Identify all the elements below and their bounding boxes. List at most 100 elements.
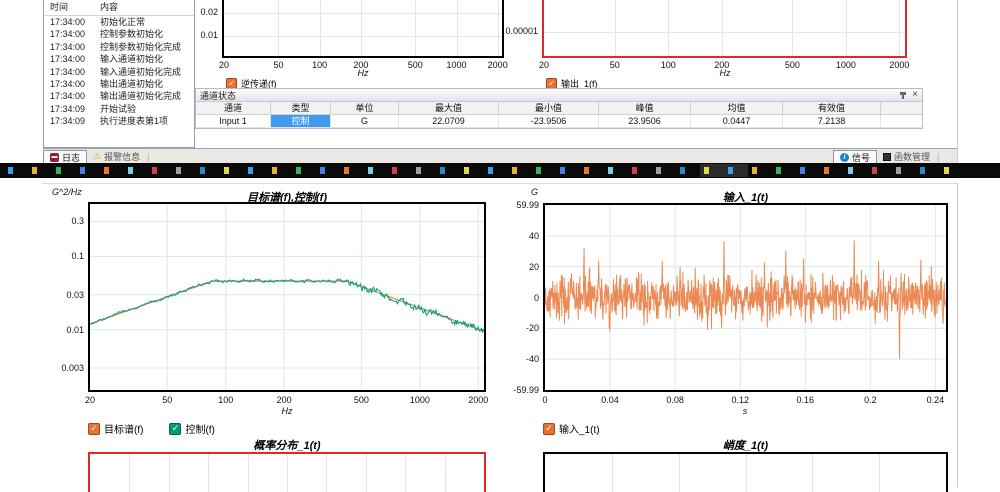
legend-checkbox[interactable]: ✓ xyxy=(169,423,181,435)
legend-item[interactable]: ✓控制(f) xyxy=(169,421,214,436)
x-tick-label: 50 xyxy=(595,60,635,70)
taskbar-app-icon[interactable] xyxy=(344,167,349,174)
taskbar-app-icon[interactable] xyxy=(848,167,853,174)
legend-checkbox[interactable]: ✓ xyxy=(543,423,555,435)
column-header[interactable]: 峰值 xyxy=(599,102,691,115)
x-tick-label: 0.2 xyxy=(850,395,890,405)
tab-alarm-info[interactable]: ⚠ 报警信息 xyxy=(87,150,146,163)
taskbar-app-icon[interactable] xyxy=(488,167,493,174)
taskbar-app-icon[interactable] xyxy=(416,167,421,174)
taskbar-app-icon[interactable] xyxy=(104,167,109,174)
gridline-vertical xyxy=(169,454,170,492)
taskbar-app-icon[interactable] xyxy=(944,167,949,174)
probability-plot-area[interactable] xyxy=(88,452,486,492)
log-entry-text: 控制参数初始化完成 xyxy=(100,41,181,53)
taskbar-app-icon[interactable] xyxy=(536,167,541,174)
output-spectrum-plot[interactable] xyxy=(542,0,907,58)
gridline-vertical xyxy=(445,454,446,492)
table-cell: 0.0447 xyxy=(691,115,783,128)
table-row[interactable]: Input 1控制G22.0709-23.950623.95060.04477.… xyxy=(196,115,922,128)
legend-checkbox[interactable]: ✓ xyxy=(88,423,100,435)
taskbar-app-icon[interactable] xyxy=(296,167,301,174)
taskbar-app-icon[interactable] xyxy=(680,167,685,174)
legend-item[interactable]: ✓目标谱(f) xyxy=(88,421,143,436)
taskbar-app-icon[interactable] xyxy=(440,167,445,174)
gridline-horizontal xyxy=(224,36,502,37)
y-tick-label: 20 xyxy=(499,262,539,272)
log-entry-text: 输出通道初始化 xyxy=(100,78,163,90)
taskbar-app-icon[interactable] xyxy=(776,167,781,174)
taskbar-app-icon[interactable] xyxy=(896,167,901,174)
taskbar-app-icon[interactable] xyxy=(272,167,277,174)
taskbar-app-icon[interactable] xyxy=(176,167,181,174)
taskbar-app-icon[interactable] xyxy=(464,167,469,174)
psd-y-axis-unit: G^2/Hz xyxy=(52,187,82,197)
taskbar-app-icon[interactable] xyxy=(8,167,13,174)
taskbar-app-icon[interactable] xyxy=(224,167,229,174)
taskbar-app-icon[interactable] xyxy=(56,167,61,174)
log-entry: 17:34:00控制参数初始化完成 xyxy=(44,41,194,53)
tab-log[interactable]: ▬ 日志 xyxy=(43,150,87,163)
channel-status-titlebar: 通道状态 × xyxy=(196,89,922,102)
taskbar-app-icon[interactable] xyxy=(128,167,133,174)
taskbar-app-icon[interactable] xyxy=(584,167,589,174)
gridline-vertical xyxy=(679,454,680,492)
taskbar-app-icon[interactable] xyxy=(920,167,925,174)
psd-plot-area[interactable] xyxy=(88,202,486,392)
log-entry-text: 输入通道初始化完成 xyxy=(100,66,181,78)
x-tick-label: 100 xyxy=(206,395,246,405)
log-col-content: 内容 xyxy=(100,0,118,15)
gridline-horizontal xyxy=(544,32,905,33)
taskbar-app-icon[interactable] xyxy=(320,167,325,174)
windows-taskbar[interactable] xyxy=(0,163,1000,178)
taskbar-app-icon[interactable] xyxy=(248,167,253,174)
inverse-transfer-plot[interactable] xyxy=(222,0,504,58)
pin-icon[interactable] xyxy=(902,92,904,99)
log-entries: 17:34:00初始化正常17:34:00控制参数初始化17:34:00控制参数… xyxy=(44,16,194,128)
gridline-vertical xyxy=(366,454,367,492)
taskbar-app-icon[interactable] xyxy=(32,167,37,174)
taskbar-app-icon[interactable] xyxy=(800,167,805,174)
time-y-axis-unit: G xyxy=(531,187,538,197)
column-header[interactable]: 类型 xyxy=(271,102,331,115)
y-tick-label: 40 xyxy=(499,231,539,241)
y-tick-label: 0.01 xyxy=(178,30,218,40)
taskbar-app-icon[interactable] xyxy=(872,167,877,174)
log-entry-text: 输入通道初始化 xyxy=(100,53,163,65)
taskbar-app-icon[interactable] xyxy=(824,167,829,174)
legend-item[interactable]: ✓输入_1(t) xyxy=(543,421,600,436)
gridline-vertical xyxy=(792,0,793,56)
y-tick-label: -20 xyxy=(499,323,539,333)
kurtosis-plot-area[interactable] xyxy=(543,452,948,492)
taskbar-app-icon[interactable] xyxy=(392,167,397,174)
taskbar-app-icon[interactable] xyxy=(200,167,205,174)
taskbar-app-icon[interactable] xyxy=(728,167,733,174)
tab-function-manager[interactable]: 函数管理 xyxy=(877,150,936,163)
taskbar-app-icon[interactable] xyxy=(704,167,709,174)
tab-signal[interactable]: i 信号 xyxy=(833,150,877,163)
column-header[interactable]: 有效值 xyxy=(783,102,881,115)
column-header[interactable]: 最小值 xyxy=(499,102,599,115)
column-header[interactable]: 均值 xyxy=(691,102,783,115)
taskbar-app-icon[interactable] xyxy=(608,167,613,174)
taskbar-app-icon[interactable] xyxy=(80,167,85,174)
time-plot-area[interactable] xyxy=(543,203,948,392)
column-header[interactable]: 通道 xyxy=(196,102,271,115)
column-header[interactable]: 最大值 xyxy=(399,102,499,115)
log-col-time: 时间 xyxy=(44,0,100,15)
taskbar-app-icon[interactable] xyxy=(656,167,661,174)
taskbar-app-icon[interactable] xyxy=(152,167,157,174)
taskbar-app-icon[interactable] xyxy=(512,167,517,174)
taskbar-app-icon[interactable] xyxy=(368,167,373,174)
table-cell-filler xyxy=(881,115,922,128)
info-icon: i xyxy=(840,153,849,162)
x-tick-label: 200 xyxy=(341,60,381,70)
gridline-vertical xyxy=(361,0,362,56)
column-header[interactable]: 单位 xyxy=(331,102,399,115)
taskbar-app-icon[interactable] xyxy=(632,167,637,174)
taskbar-app-icon[interactable] xyxy=(752,167,757,174)
x-tick-label: 0.04 xyxy=(590,395,630,405)
taskbar-app-icon[interactable] xyxy=(560,167,565,174)
close-icon[interactable]: × xyxy=(912,90,918,100)
x-tick-label: 200 xyxy=(702,60,742,70)
